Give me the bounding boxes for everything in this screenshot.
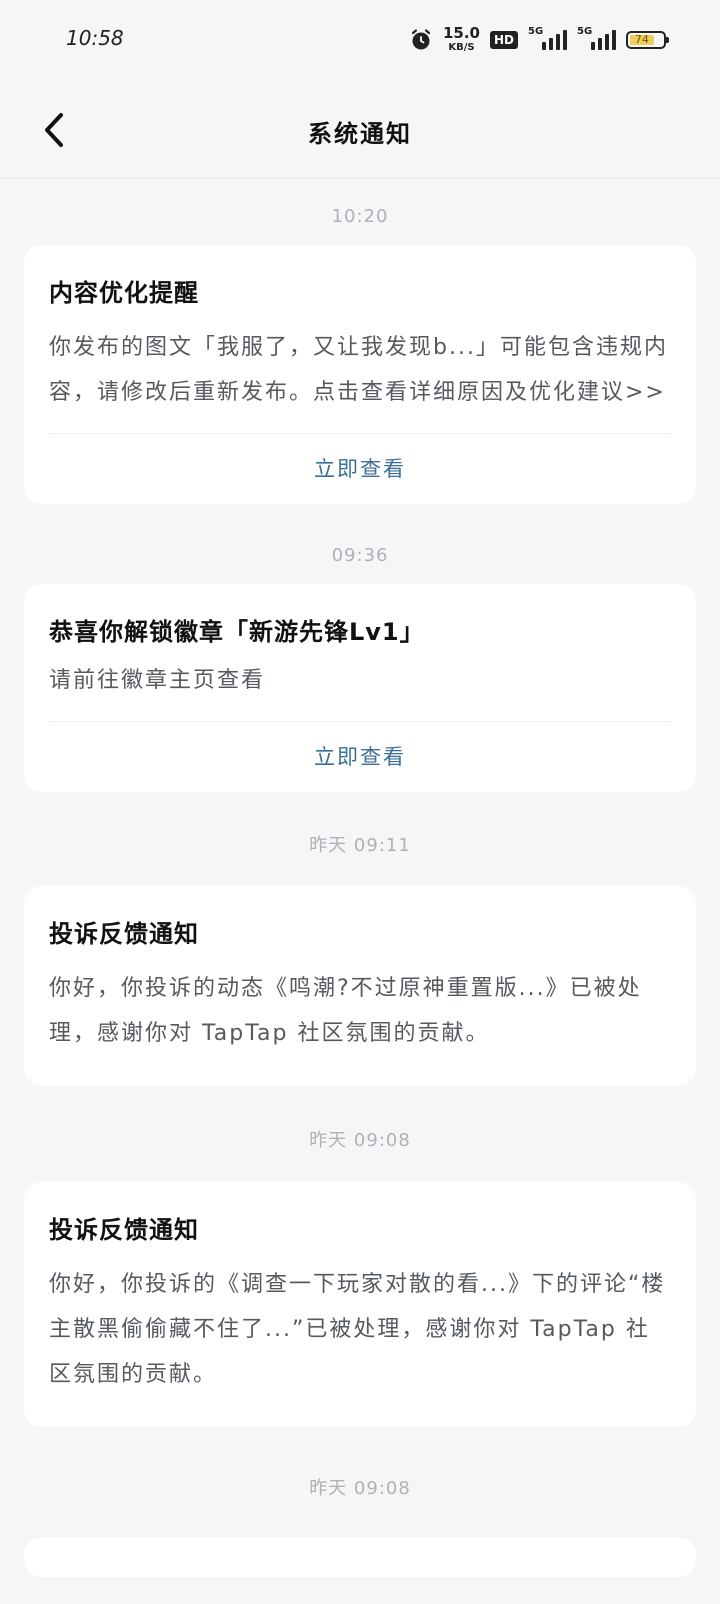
signal-label-sim1: 5G: [528, 25, 544, 37]
notification-card[interactable]: 投诉反馈通知 你好，你投诉的《调查一下玩家对散的看...》下的评论“楼主散黑偷偷…: [24, 1182, 696, 1427]
view-now-button[interactable]: 立即查看: [49, 434, 671, 504]
network-speed: 15.0 KB/S: [443, 26, 480, 53]
notification-card[interactable]: 投诉反馈通知 你好，你投诉的动态《鸣潮?不过原神重置版...》已被处理，感谢你对…: [24, 886, 696, 1086]
signal-icon-sim2: 5G: [577, 26, 616, 50]
timestamp: 昨天 09:11: [309, 835, 411, 856]
notification-title: 投诉反馈通知: [49, 1216, 199, 1244]
nav-bar: 系统通知: [0, 82, 720, 179]
battery-icon: 74: [626, 30, 669, 49]
notification-card[interactable]: 内容优化提醒 你发布的图文「我服了，又让我发现b...」可能包含违规内容，请修改…: [24, 245, 696, 504]
timestamp: 昨天 09:08: [309, 1130, 411, 1151]
notification-card[interactable]: 恭喜你解锁徽章「新游先锋Lv1」 请前往徽章主页查看 立即查看: [24, 584, 696, 792]
timestamp: 09:36: [331, 545, 389, 566]
notification-title: 恭喜你解锁徽章「新游先锋Lv1」: [49, 618, 425, 646]
page-title: 系统通知: [308, 120, 412, 148]
timestamp: 10:20: [331, 206, 389, 227]
notification-body: 你好，你投诉的《调查一下玩家对散的看...》下的评论“楼主散黑偷偷藏不住了...…: [49, 1272, 666, 1387]
hd-badge: HD: [489, 30, 518, 49]
notification-body: 请前往徽章主页查看: [49, 668, 266, 693]
status-time: 10:58: [66, 26, 124, 50]
network-speed-unit: KB/S: [448, 42, 475, 53]
status-icons: 15.0 KB/S HD 5G 5G 74: [409, 26, 669, 53]
notification-card[interactable]: [24, 1537, 696, 1577]
network-speed-value: 15.0: [442, 24, 480, 42]
timestamp: 昨天 09:08: [309, 1478, 411, 1499]
status-bar: 10:58 15.0 KB/S HD 5G 5G 74: [0, 0, 720, 82]
notification-title: 投诉反馈通知: [49, 920, 199, 948]
alarm-icon: [411, 28, 431, 49]
notification-list: 10:20 内容优化提醒 你发布的图文「我服了，又让我发现b...」可能包含违规…: [0, 179, 720, 1577]
notification-body: 你好，你投诉的动态《鸣潮?不过原神重置版...》已被处理，感谢你对 TapTap…: [49, 976, 642, 1046]
view-now-button[interactable]: 立即查看: [49, 722, 671, 792]
battery-level: 74: [630, 33, 654, 46]
signal-label-sim2: 5G: [577, 25, 593, 37]
signal-icon-sim1: 5G: [528, 26, 567, 50]
notification-body: 你发布的图文「我服了，又让我发现b...」可能包含违规内容，请修改后重新发布。点…: [49, 335, 668, 405]
notification-title: 内容优化提醒: [49, 279, 199, 307]
